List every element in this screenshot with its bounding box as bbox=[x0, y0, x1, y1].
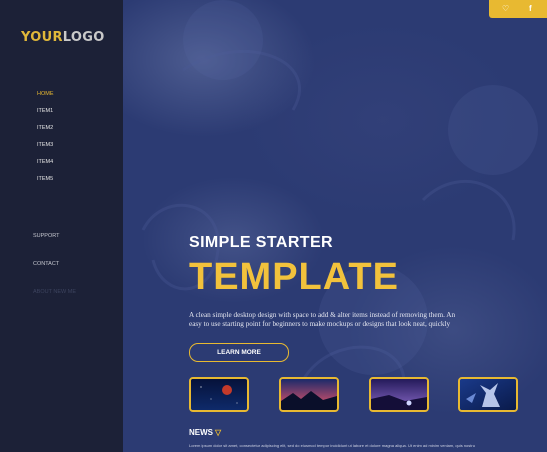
hero-title: TEMPLATE bbox=[189, 256, 399, 298]
news-heading[interactable]: NEWS ▽ bbox=[189, 428, 221, 437]
nav-item-2[interactable]: ITEM2 bbox=[37, 120, 54, 137]
news-label: NEWS bbox=[189, 428, 213, 437]
logo[interactable]: YOURLOGO bbox=[21, 30, 105, 45]
nav-item-3[interactable]: ITEM3 bbox=[37, 137, 54, 154]
learn-more-button[interactable]: LEARN MORE bbox=[189, 343, 289, 362]
main-nav: HOME ITEM1 ITEM2 ITEM3 ITEM4 ITEM5 bbox=[37, 86, 54, 188]
heart-icon[interactable]: ♡ bbox=[502, 4, 509, 13]
social-bar: ♡ f bbox=[489, 0, 547, 18]
sunset-mountains-thumbnail[interactable] bbox=[279, 377, 339, 412]
nav-item-home[interactable]: HOME bbox=[37, 86, 54, 103]
hero-description: A clean simple desktop design with space… bbox=[189, 311, 456, 328]
nav-item-5[interactable]: ITEM5 bbox=[37, 171, 54, 188]
red-planet-thumbnail[interactable] bbox=[189, 377, 249, 412]
sidebar: YOURLOGO HOME ITEM1 ITEM2 ITEM3 ITEM4 IT… bbox=[0, 0, 123, 452]
hero-headline: SIMPLE STARTER bbox=[189, 234, 333, 251]
nav-item-about[interactable]: ABOUT NEW ME bbox=[33, 278, 76, 306]
logo-part-logo: LOGO bbox=[62, 30, 105, 45]
fantasy-creature-thumbnail[interactable] bbox=[458, 377, 518, 412]
secondary-nav: SUPPORT CONTACT ABOUT NEW ME bbox=[33, 222, 76, 306]
purple-dusk-thumbnail[interactable] bbox=[369, 377, 429, 412]
nav-item-4[interactable]: ITEM4 bbox=[37, 154, 54, 171]
nav-item-1[interactable]: ITEM1 bbox=[37, 103, 54, 120]
facebook-icon[interactable]: f bbox=[529, 4, 532, 13]
nav-item-contact[interactable]: CONTACT bbox=[33, 250, 76, 278]
nav-item-support[interactable]: SUPPORT bbox=[33, 222, 76, 250]
news-text: Lorem ipsum dolor sit amet, consectetur … bbox=[189, 443, 475, 448]
logo-part-your: YOUR bbox=[21, 30, 63, 45]
chevron-down-icon: ▽ bbox=[215, 428, 222, 437]
